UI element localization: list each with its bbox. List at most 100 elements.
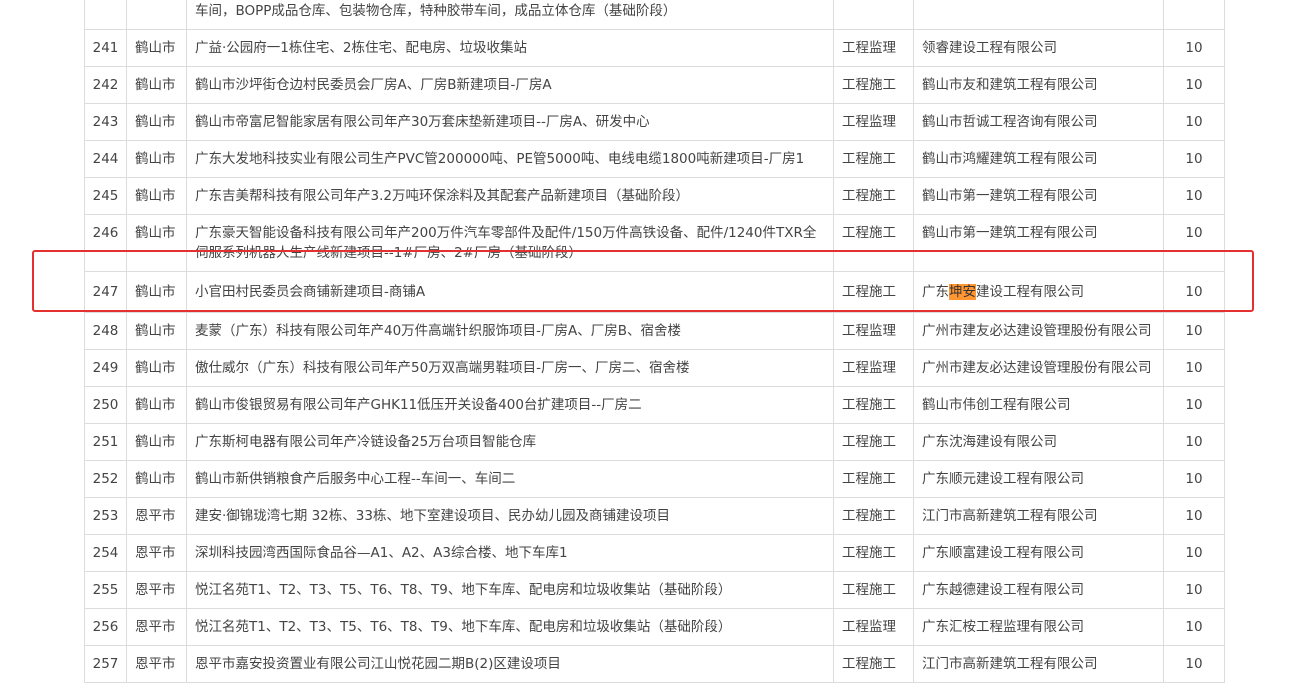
city-cell: 恩平市 [126, 645, 187, 683]
company-cell: 广东顺元建设工程有限公司 [913, 460, 1164, 498]
table-row: 255 恩平市 悦江名苑T1、T2、T3、T5、T6、T8、T9、地下车库、配电… [84, 571, 1225, 609]
row-number: 242 [84, 66, 127, 104]
score-cell: 10 [1163, 386, 1225, 424]
city-cell: 鹤山市 [126, 177, 187, 215]
table-row: 254 恩平市 深圳科技园湾西国际食品谷—A1、A2、A3综合楼、地下车库1 工… [84, 534, 1225, 572]
table-row-selected: 247 鹤山市 小官田村民委员会商铺新建项目-商铺A 工程施工 广东坤安建设工程… [84, 271, 1225, 313]
city-cell: 恩平市 [126, 571, 187, 609]
row-number: 247 [84, 271, 127, 313]
score-cell: 10 [1163, 349, 1225, 387]
row-number: 246 [84, 214, 127, 272]
row-number: 252 [84, 460, 127, 498]
project-name-cell: 鹤山市帝富尼智能家居有限公司年产30万套床垫新建项目--厂房A、研发中心 [186, 103, 834, 141]
city-cell: 鹤山市 [126, 140, 187, 178]
project-name-cell: 广东豪天智能设备科技有限公司年产200万件汽车零部件及配件/150万件高铁设备、… [186, 214, 834, 272]
score-cell: 10 [1163, 534, 1225, 572]
score-cell: 10 [1163, 497, 1225, 535]
row-number: 245 [84, 177, 127, 215]
row-number: 244 [84, 140, 127, 178]
project-name-cell: 麦蒙（广东）科技有限公司年产40万件高端针织服饰项目-厂房A、厂房B、宿舍楼 [186, 312, 834, 350]
city-cell: 恩平市 [126, 534, 187, 572]
company-cell [913, 0, 1164, 30]
row-number: 255 [84, 571, 127, 609]
type-cell: 工程施工 [833, 645, 914, 683]
city-cell: 鹤山市 [126, 214, 187, 272]
score-cell [1163, 0, 1225, 30]
row-number: 243 [84, 103, 127, 141]
city-cell: 鹤山市 [126, 349, 187, 387]
type-cell: 工程监理 [833, 349, 914, 387]
type-cell: 工程施工 [833, 140, 914, 178]
table-row: 241 鹤山市 广益·公园府一1栋住宅、2栋住宅、配电房、垃圾收集站 工程监理 … [84, 29, 1225, 67]
type-cell: 工程施工 [833, 460, 914, 498]
score-cell: 10 [1163, 103, 1225, 141]
company-cell: 广东坤安建设工程有限公司 [913, 271, 1164, 313]
table-row: 车间，BOPP成品仓库、包装物仓库，特种胶带车间，成品立体仓库（基础阶段） [84, 0, 1225, 30]
city-cell: 鹤山市 [126, 271, 187, 313]
project-name-cell: 悦江名苑T1、T2、T3、T5、T6、T8、T9、地下车库、配电房和垃圾收集站（… [186, 608, 834, 646]
city-cell: 鹤山市 [126, 312, 187, 350]
project-name-cell: 深圳科技园湾西国际食品谷—A1、A2、A3综合楼、地下车库1 [186, 534, 834, 572]
company-cell: 广东越德建设工程有限公司 [913, 571, 1164, 609]
project-name-cell: 小官田村民委员会商铺新建项目-商铺A [186, 271, 834, 313]
city-cell: 恩平市 [126, 497, 187, 535]
table-row: 249 鹤山市 傲仕威尔（广东）科技有限公司年产50万双高端男鞋项目-厂房一、厂… [84, 349, 1225, 387]
type-cell: 工程施工 [833, 177, 914, 215]
table-row: 245 鹤山市 广东吉美帮科技有限公司年产3.2万吨环保涂料及其配套产品新建项目… [84, 177, 1225, 215]
company-cell: 领睿建设工程有限公司 [913, 29, 1164, 67]
type-cell: 工程施工 [833, 214, 914, 272]
company-prefix: 广东 [922, 284, 949, 300]
company-cell: 广州市建友必达建设管理股份有限公司 [913, 349, 1164, 387]
type-cell: 工程施工 [833, 571, 914, 609]
project-name-cell: 建安·御锦珑湾七期 32栋、33栋、地下室建设项目、民办幼儿园及商铺建设项目 [186, 497, 834, 535]
city-cell [126, 0, 187, 30]
score-cell: 10 [1163, 29, 1225, 67]
score-cell: 10 [1163, 177, 1225, 215]
company-cell: 鹤山市第一建筑工程有限公司 [913, 177, 1164, 215]
table-row: 244 鹤山市 广东大发地科技实业有限公司生产PVC管200000吨、PE管50… [84, 140, 1225, 178]
score-cell: 10 [1163, 214, 1225, 272]
company-cell: 江门市高新建筑工程有限公司 [913, 645, 1164, 683]
row-number [84, 0, 127, 30]
score-cell: 10 [1163, 423, 1225, 461]
project-name-cell: 广东大发地科技实业有限公司生产PVC管200000吨、PE管5000吨、电线电缆… [186, 140, 834, 178]
table-row: 253 恩平市 建安·御锦珑湾七期 32栋、33栋、地下室建设项目、民办幼儿园及… [84, 497, 1225, 535]
type-cell [833, 0, 914, 30]
company-cell: 广东汇桉工程监理有限公司 [913, 608, 1164, 646]
table-row: 248 鹤山市 麦蒙（广东）科技有限公司年产40万件高端针织服饰项目-厂房A、厂… [84, 312, 1225, 350]
type-cell: 工程施工 [833, 423, 914, 461]
type-cell: 工程监理 [833, 608, 914, 646]
city-cell: 鹤山市 [126, 66, 187, 104]
score-cell: 10 [1163, 645, 1225, 683]
city-cell: 鹤山市 [126, 29, 187, 67]
project-name-cell: 广东斯柯电器有限公司年产冷链设备25万台项目智能仓库 [186, 423, 834, 461]
score-cell: 10 [1163, 571, 1225, 609]
company-cell: 鹤山市伟创工程有限公司 [913, 386, 1164, 424]
project-name-cell: 傲仕威尔（广东）科技有限公司年产50万双高端男鞋项目-厂房一、厂房二、宿舍楼 [186, 349, 834, 387]
score-cell: 10 [1163, 460, 1225, 498]
table-row: 252 鹤山市 鹤山市新供销粮食产后服务中心工程--车间一、车间二 工程施工 广… [84, 460, 1225, 498]
city-cell: 鹤山市 [126, 386, 187, 424]
table-row: 246 鹤山市 广东豪天智能设备科技有限公司年产200万件汽车零部件及配件/15… [84, 214, 1225, 272]
row-number: 251 [84, 423, 127, 461]
type-cell: 工程施工 [833, 497, 914, 535]
city-cell: 鹤山市 [126, 460, 187, 498]
type-cell: 工程监理 [833, 312, 914, 350]
company-cell: 广东顺富建设工程有限公司 [913, 534, 1164, 572]
company-cell: 鹤山市鸿耀建筑工程有限公司 [913, 140, 1164, 178]
row-number: 257 [84, 645, 127, 683]
type-cell: 工程监理 [833, 103, 914, 141]
table-row: 250 鹤山市 鹤山市俊银贸易有限公司年产GHK11低压开关设备400台扩建项目… [84, 386, 1225, 424]
score-cell: 10 [1163, 140, 1225, 178]
type-cell: 工程监理 [833, 29, 914, 67]
city-cell: 鹤山市 [126, 423, 187, 461]
score-cell: 10 [1163, 608, 1225, 646]
type-cell: 工程施工 [833, 66, 914, 104]
score-cell: 10 [1163, 312, 1225, 350]
row-number: 256 [84, 608, 127, 646]
company-cell: 广州市建友必达建设管理股份有限公司 [913, 312, 1164, 350]
project-name-cell: 鹤山市新供销粮食产后服务中心工程--车间一、车间二 [186, 460, 834, 498]
row-number: 250 [84, 386, 127, 424]
project-name-cell: 广东吉美帮科技有限公司年产3.2万吨环保涂料及其配套产品新建项目（基础阶段） [186, 177, 834, 215]
city-cell: 鹤山市 [126, 103, 187, 141]
